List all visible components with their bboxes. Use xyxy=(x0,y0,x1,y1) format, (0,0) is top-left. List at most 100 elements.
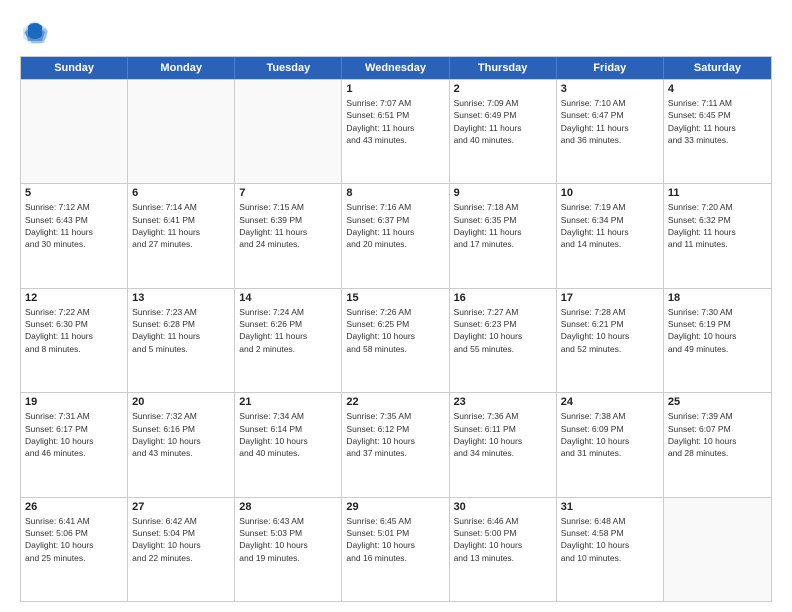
day-number: 28 xyxy=(239,501,337,513)
day-number: 1 xyxy=(346,83,444,95)
day-number: 2 xyxy=(454,83,552,95)
cell-text-line: Daylight: 10 hours xyxy=(668,435,767,447)
cell-text-line: Daylight: 10 hours xyxy=(668,330,767,342)
cell-text-line: and 17 minutes. xyxy=(454,238,552,250)
cell-text-line: Sunset: 5:04 PM xyxy=(132,527,230,539)
day-cell-10: 10Sunrise: 7:19 AMSunset: 6:34 PMDayligh… xyxy=(557,184,664,287)
calendar-body: 1Sunrise: 7:07 AMSunset: 6:51 PMDaylight… xyxy=(21,79,771,601)
cell-text-line: Daylight: 10 hours xyxy=(25,435,123,447)
cell-text-line: and 43 minutes. xyxy=(346,134,444,146)
cell-text-line: Daylight: 10 hours xyxy=(454,539,552,551)
cell-text-line: and 40 minutes. xyxy=(454,134,552,146)
cell-text-line: Sunrise: 7:32 AM xyxy=(132,410,230,422)
day-number: 3 xyxy=(561,83,659,95)
cell-text-line: Sunrise: 7:07 AM xyxy=(346,97,444,109)
cell-text-line: Sunrise: 7:10 AM xyxy=(561,97,659,109)
cell-text-line: and 20 minutes. xyxy=(346,238,444,250)
cell-text-line: Daylight: 11 hours xyxy=(346,122,444,134)
day-cell-6: 6Sunrise: 7:14 AMSunset: 6:41 PMDaylight… xyxy=(128,184,235,287)
day-number: 29 xyxy=(346,501,444,513)
empty-cell-r0c2 xyxy=(235,80,342,183)
weekday-header-wednesday: Wednesday xyxy=(342,57,449,79)
cell-text-line: Sunrise: 7:36 AM xyxy=(454,410,552,422)
cell-text-line: Daylight: 10 hours xyxy=(239,539,337,551)
weekday-header-tuesday: Tuesday xyxy=(235,57,342,79)
day-cell-8: 8Sunrise: 7:16 AMSunset: 6:37 PMDaylight… xyxy=(342,184,449,287)
day-number: 30 xyxy=(454,501,552,513)
cell-text-line: and 28 minutes. xyxy=(668,447,767,459)
day-number: 22 xyxy=(346,396,444,408)
cell-text-line: and 43 minutes. xyxy=(132,447,230,459)
cell-text-line: Sunrise: 7:16 AM xyxy=(346,201,444,213)
cell-text-line: Sunset: 4:58 PM xyxy=(561,527,659,539)
day-number: 7 xyxy=(239,187,337,199)
cell-text-line: Sunset: 6:32 PM xyxy=(668,214,767,226)
cell-text-line: Daylight: 11 hours xyxy=(561,122,659,134)
cell-text-line: and 14 minutes. xyxy=(561,238,659,250)
day-number: 13 xyxy=(132,292,230,304)
cell-text-line: Sunrise: 7:38 AM xyxy=(561,410,659,422)
day-cell-20: 20Sunrise: 7:32 AMSunset: 6:16 PMDayligh… xyxy=(128,393,235,496)
cell-text-line: Sunset: 6:11 PM xyxy=(454,423,552,435)
day-cell-24: 24Sunrise: 7:38 AMSunset: 6:09 PMDayligh… xyxy=(557,393,664,496)
cell-text-line: Daylight: 10 hours xyxy=(561,435,659,447)
cell-text-line: Sunrise: 7:34 AM xyxy=(239,410,337,422)
cell-text-line: Daylight: 10 hours xyxy=(25,539,123,551)
cell-text-line: Daylight: 10 hours xyxy=(346,330,444,342)
day-number: 6 xyxy=(132,187,230,199)
cell-text-line: and 11 minutes. xyxy=(668,238,767,250)
day-cell-11: 11 Sunrise: 7:20 AMSunset: 6:32 PMDayligh… xyxy=(664,184,771,287)
cell-text-line: and 36 minutes. xyxy=(561,134,659,146)
weekday-header-friday: Friday xyxy=(557,57,664,79)
cell-text-line: Sunset: 6:19 PM xyxy=(668,318,767,330)
day-number: 11 xyxy=(668,187,767,199)
cell-text-line: Sunset: 5:06 PM xyxy=(25,527,123,539)
cell-text-line: Sunrise: 6:42 AM xyxy=(132,515,230,527)
day-cell-12: 12Sunrise: 7:22 AMSunset: 6:30 PMDayligh… xyxy=(21,289,128,392)
day-cell-4: 4Sunrise: 7:11 AMSunset: 6:45 PMDaylight… xyxy=(664,80,771,183)
weekday-header-thursday: Thursday xyxy=(450,57,557,79)
cell-text-line: Daylight: 10 hours xyxy=(132,435,230,447)
cell-text-line: and 31 minutes. xyxy=(561,447,659,459)
cell-text-line: Daylight: 11 hours xyxy=(346,226,444,238)
header xyxy=(20,18,772,48)
cell-text-line: and 49 minutes. xyxy=(668,343,767,355)
cell-text-line: Sunrise: 7:20 AM xyxy=(668,201,767,213)
day-cell-29: 29Sunrise: 6:45 AMSunset: 5:01 PMDayligh… xyxy=(342,498,449,601)
cell-text-line: Sunset: 6:12 PM xyxy=(346,423,444,435)
cell-text-line: Daylight: 11 hours xyxy=(668,226,767,238)
cell-text-line: and 55 minutes. xyxy=(454,343,552,355)
cell-text-line: Sunset: 6:39 PM xyxy=(239,214,337,226)
day-cell-25: 25Sunrise: 7:39 AMSunset: 6:07 PMDayligh… xyxy=(664,393,771,496)
day-cell-2: 2Sunrise: 7:09 AMSunset: 6:49 PMDaylight… xyxy=(450,80,557,183)
cell-text-line: Sunrise: 7:09 AM xyxy=(454,97,552,109)
cell-text-line: Daylight: 11 hours xyxy=(561,226,659,238)
cell-text-line: and 22 minutes. xyxy=(132,552,230,564)
cell-text-line: and 30 minutes. xyxy=(25,238,123,250)
calendar-row-1: 5Sunrise: 7:12 AMSunset: 6:43 PMDaylight… xyxy=(21,183,771,287)
cell-text-line: Sunrise: 7:14 AM xyxy=(132,201,230,213)
cell-text-line: Sunrise: 7:26 AM xyxy=(346,306,444,318)
page: SundayMondayTuesdayWednesdayThursdayFrid… xyxy=(0,0,792,612)
cell-text-line: Sunset: 6:30 PM xyxy=(25,318,123,330)
cell-text-line: Daylight: 10 hours xyxy=(346,435,444,447)
day-cell-9: 9Sunrise: 7:18 AMSunset: 6:35 PMDaylight… xyxy=(450,184,557,287)
cell-text-line: Sunset: 5:00 PM xyxy=(454,527,552,539)
day-cell-28: 28Sunrise: 6:43 AMSunset: 5:03 PMDayligh… xyxy=(235,498,342,601)
cell-text-line: and 40 minutes. xyxy=(239,447,337,459)
cell-text-line: Sunset: 6:28 PM xyxy=(132,318,230,330)
day-number: 9 xyxy=(454,187,552,199)
cell-text-line: Sunset: 6:26 PM xyxy=(239,318,337,330)
day-number: 25 xyxy=(668,396,767,408)
cell-text-line: Sunset: 6:49 PM xyxy=(454,109,552,121)
day-cell-3: 3Sunrise: 7:10 AMSunset: 6:47 PMDaylight… xyxy=(557,80,664,183)
day-number: 4 xyxy=(668,83,767,95)
cell-text-line: Sunrise: 7:27 AM xyxy=(454,306,552,318)
weekday-header-monday: Monday xyxy=(128,57,235,79)
cell-text-line: Sunrise: 6:46 AM xyxy=(454,515,552,527)
day-number: 23 xyxy=(454,396,552,408)
logo xyxy=(20,18,54,48)
calendar-row-0: 1Sunrise: 7:07 AMSunset: 6:51 PMDaylight… xyxy=(21,79,771,183)
cell-text-line: Daylight: 11 hours xyxy=(132,330,230,342)
cell-text-line: and 19 minutes. xyxy=(239,552,337,564)
